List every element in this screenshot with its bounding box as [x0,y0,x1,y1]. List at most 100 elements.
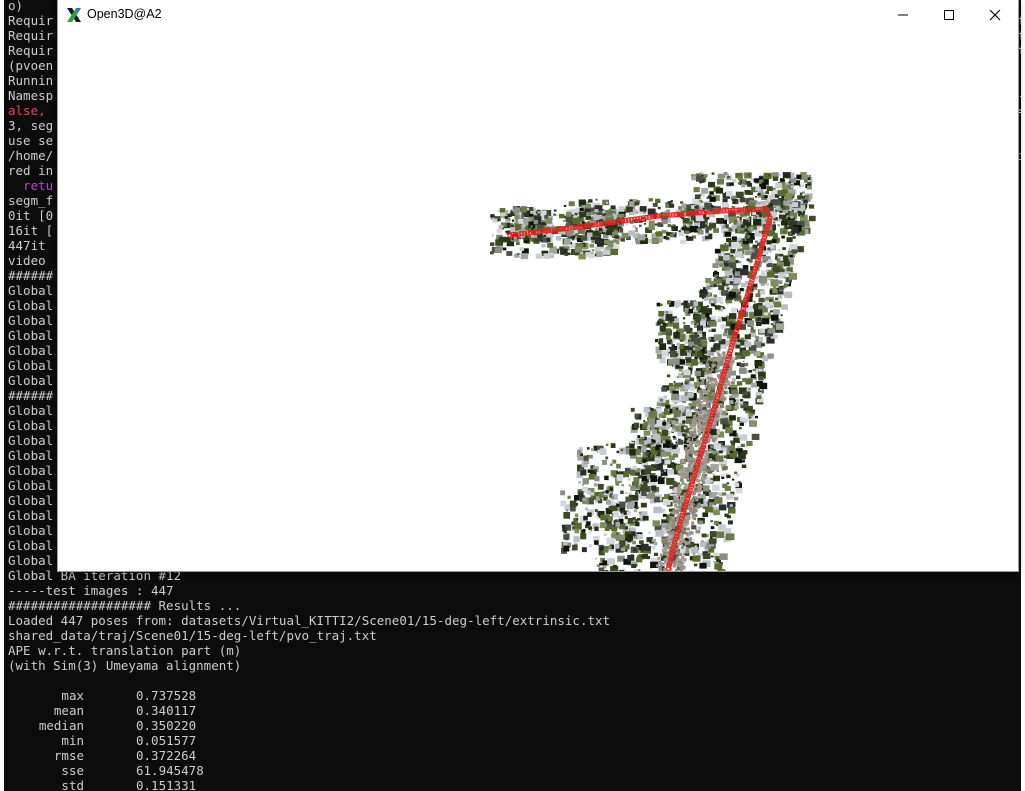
cloud-point [684,381,689,385]
cloud-point [689,386,695,391]
cloud-point [699,562,707,569]
cloud-point [696,175,704,182]
cloud-point [710,382,714,386]
cloud-point [680,408,685,413]
cloud-point [696,479,700,483]
terminal-line: (pvoen [8,58,54,73]
cloud-point [799,211,802,214]
cloud-point [490,242,495,246]
cloud-point [717,411,721,415]
cloud-point [631,494,639,501]
cloud-point [650,442,654,445]
terminal-line: Global [8,283,54,298]
cloud-point [641,490,647,496]
cloud-point [490,214,495,218]
cloud-point [696,379,700,382]
cloud-point [675,441,678,444]
cloud-point [648,492,655,499]
cloud-point [675,557,679,561]
close-button[interactable] [972,0,1018,30]
cloud-point [673,322,680,329]
cloud-point [738,452,746,460]
cloud-point [704,385,708,388]
cloud-point [782,247,786,250]
cloud-point [666,374,671,378]
cloud-point [731,442,735,446]
cloud-point [705,278,712,283]
cloud-point [711,328,716,332]
cloud-point [666,540,670,544]
cloud-point [681,208,684,210]
stat-value: 0.051577 [136,733,197,748]
cloud-point [708,329,712,333]
cloud-point [720,227,723,230]
cloud-point [665,404,671,409]
window-titlebar[interactable]: Open3D@A2 [58,0,1018,30]
cloud-point [759,179,764,183]
cloud-point [681,545,685,549]
cloud-point [692,450,696,454]
cloud-point [775,183,783,189]
cloud-point [541,244,546,248]
cloud-point [692,421,695,425]
cloud-point [686,302,690,307]
cloud-point [747,235,751,238]
cloud-point [613,211,616,213]
cloud-point [783,285,787,289]
open3d-window[interactable]: Open3D@A2 [58,0,1018,571]
cloud-point [726,190,733,197]
cloud-point [595,198,598,201]
terminal-line: 0it [0 [8,208,54,223]
point-cloud-viewport[interactable] [58,30,1018,571]
cloud-point [738,176,743,181]
cloud-point [739,367,747,374]
cloud-point [678,566,682,570]
cloud-point [683,369,691,376]
cloud-point [683,486,687,490]
cloud-point [695,411,699,415]
cloud-point [563,512,571,519]
terminal-output-line: (with Sim(3) Umeyama alignment) [8,658,242,673]
cloud-point [710,368,714,372]
cloud-point [777,280,783,285]
cloud-point [694,205,698,209]
cloud-point [636,547,640,550]
cloud-point [587,512,592,517]
cloud-point [619,501,626,508]
cloud-point [705,451,709,455]
cloud-point [801,174,808,180]
cloud-point [549,247,558,254]
cloud-point [709,320,717,327]
cloud-point [710,357,714,361]
cloud-point [533,234,537,238]
cloud-point [734,352,739,356]
terminal-line: Global [8,478,54,493]
cloud-point [701,193,705,197]
cloud-point [791,207,794,210]
cloud-point [744,219,749,223]
cloud-point [721,317,727,322]
cloud-point [659,463,662,466]
cloud-point [719,553,728,560]
cloud-point [651,546,656,550]
cloud-point [681,395,688,402]
cloud-point [581,547,587,553]
cloud-point [711,555,714,558]
cloud-point [782,185,789,191]
cloud-point [650,408,654,412]
cloud-point [655,564,659,568]
cloud-point [750,412,753,415]
cloud-point [628,478,631,481]
cloud-point [745,250,751,255]
cloud-point [726,533,735,540]
cloud-point [499,208,506,213]
maximize-button[interactable] [926,0,972,30]
cloud-point [704,372,708,375]
cloud-point [772,289,778,294]
cloud-point [654,339,659,343]
minimize-button[interactable] [880,0,926,30]
cloud-point [610,248,619,256]
cloud-point [745,410,749,414]
cloud-point [587,220,590,223]
cloud-point [635,506,639,509]
